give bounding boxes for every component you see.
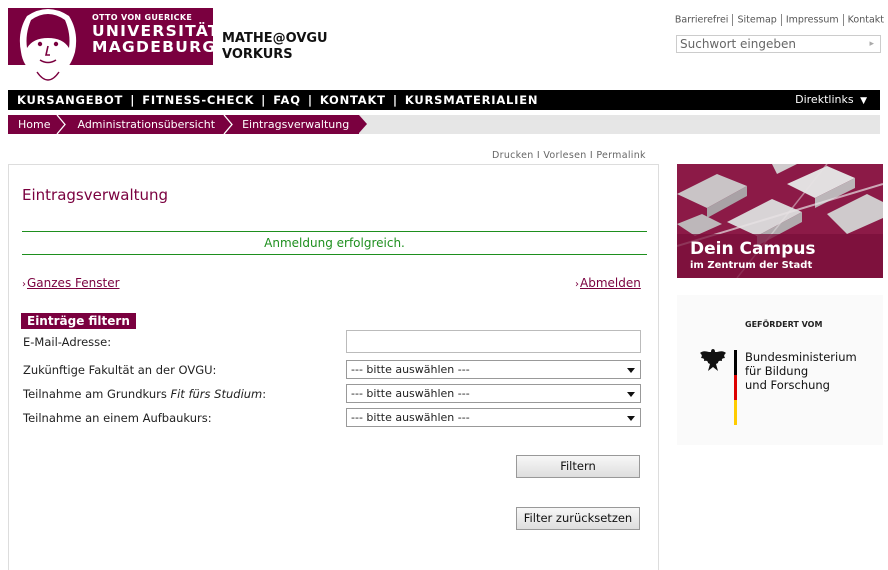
site-name-line-2: VORKURS (222, 47, 293, 62)
page-tools: Drucken I Vorlesen I Permalink (492, 150, 646, 161)
basic-course-label: Teilnahme am Grundkurs Fit fürs Studium: (23, 387, 266, 401)
chevron-right-icon: › (22, 279, 26, 290)
chevron-down-icon: ▼ (860, 96, 867, 106)
basic-course-select-value: --- bitte auswählen --- (351, 387, 470, 400)
search-input[interactable] (680, 37, 860, 51)
tool-separator: I (536, 150, 541, 161)
chevron-down-icon (627, 368, 635, 373)
email-field[interactable] (346, 330, 641, 353)
link-accessibility[interactable]: Barrierefrei (675, 15, 729, 26)
faculty-label: Zukünftige Fakultät an der OVGU: (23, 363, 217, 377)
chevron-right-icon: › (575, 279, 579, 290)
ministry-line-1: Bundesministerium (745, 350, 857, 364)
logout-link[interactable]: Abmelden (580, 276, 641, 290)
utility-separator (780, 14, 782, 26)
full-window-link[interactable]: Ganzes Fenster (27, 276, 120, 290)
site-name[interactable]: MATHE@OVGU VORKURS (222, 31, 328, 63)
guericke-portrait-icon (19, 9, 77, 84)
content-panel: Eintragsverwaltung Anmeldung erfolgreich… (8, 164, 659, 570)
utility-separator (842, 14, 844, 26)
breadcrumb-admin-overview[interactable]: Administrationsübersicht (60, 115, 233, 134)
ministry-line-2: für Bildung (745, 364, 809, 378)
chevron-down-icon (627, 416, 635, 421)
full-window-link-row: ›Ganzes Fenster (22, 276, 120, 290)
link-imprint[interactable]: Impressum (786, 15, 839, 26)
basic-course-label-suffix: : (262, 387, 267, 401)
basic-course-label-prefix: Teilnahme am Grundkurs (23, 387, 171, 401)
breadcrumb: Home Administrationsübersicht Eintragsve… (8, 115, 880, 134)
campus-title: Dein Campus (690, 239, 816, 259)
utility-separator (732, 14, 734, 26)
campus-banner[interactable]: Dein Campus im Zentrum der Stadt (677, 164, 883, 278)
site-name-line-1: MATHE@OVGU (222, 31, 328, 46)
page-title: Eintragsverwaltung (22, 186, 169, 204)
faculty-select[interactable]: --- bitte auswählen --- (346, 360, 641, 379)
filter-button[interactable]: Filtern (516, 455, 640, 478)
email-label: E-Mail-Adresse: (23, 335, 112, 349)
campus-subtitle: im Zentrum der Stadt (690, 260, 813, 271)
nav-item-kursangebot[interactable]: KURSANGEBOT (17, 93, 123, 107)
link-contact[interactable]: Kontakt (848, 15, 884, 26)
federal-eagle-icon (700, 349, 726, 371)
faculty-select-value: --- bitte auswählen --- (351, 363, 470, 376)
breadcrumb-home[interactable]: Home (8, 115, 70, 134)
ministry-line-3: und Forschung (745, 378, 830, 392)
permalink-link[interactable]: Permalink (596, 150, 646, 161)
nav-separator: | (130, 93, 136, 107)
german-flag-icon (734, 350, 737, 425)
utility-links: Barrierefrei Sitemap Impressum Kontakt (675, 14, 884, 26)
logo-line-1: OTTO VON GUERICKE (92, 13, 193, 22)
nav-separator: | (392, 93, 398, 107)
ministry-name: Bundesministerium für Bildung und Forsch… (745, 350, 857, 392)
advanced-course-select[interactable]: --- bitte auswählen --- (346, 408, 641, 427)
search-submit-icon[interactable]: ▸ (869, 39, 874, 49)
nav-separator: | (307, 93, 313, 107)
campus-text: Dein Campus im Zentrum der Stadt (690, 240, 816, 271)
logo-line-3: MAGDEBURG (92, 37, 217, 56)
advanced-course-label: Teilnahme an einem Aufbaukurs: (23, 411, 212, 425)
nav-item-kursmaterialien[interactable]: KURSMATERIALIEN (405, 93, 538, 107)
read-aloud-link[interactable]: Vorlesen (543, 150, 586, 161)
success-message: Anmeldung erfolgreich. (22, 231, 647, 255)
breadcrumb-entry-management[interactable]: Eintragsverwaltung (225, 115, 368, 134)
print-link[interactable]: Drucken (492, 150, 534, 161)
nav-item-faq[interactable]: FAQ (273, 93, 301, 107)
reset-filter-button[interactable]: Filter zurücksetzen (516, 507, 640, 530)
search-box: ▸ (676, 35, 881, 53)
logo-wordmark: OTTO VON GUERICKE UNIVERSITÄT MAGDEBURG (92, 14, 220, 55)
nav-separator: | (261, 93, 267, 107)
direct-links-menu[interactable]: Direktlinks ▼ (795, 93, 867, 106)
main-navigation: KURSANGEBOT | FITNESS-CHECK | FAQ | KONT… (8, 90, 880, 110)
funded-by-label: GEFÖRDERT VOM (745, 320, 823, 329)
filter-heading: Einträge filtern (21, 313, 136, 329)
basic-course-label-italic: Fit fürs Studium (170, 387, 263, 401)
link-sitemap[interactable]: Sitemap (737, 15, 776, 26)
chevron-down-icon (627, 392, 635, 397)
basic-course-select[interactable]: --- bitte auswählen --- (346, 384, 641, 403)
university-logo[interactable]: OTTO VON GUERICKE UNIVERSITÄT MAGDEBURG (8, 8, 219, 84)
logout-link-row: ›Abmelden (575, 276, 641, 290)
nav-item-fitness-check[interactable]: FITNESS-CHECK (142, 93, 254, 107)
direct-links-label: Direktlinks (795, 93, 854, 106)
tool-separator: I (589, 150, 593, 161)
nav-item-kontakt[interactable]: KONTAKT (320, 93, 386, 107)
advanced-course-select-value: --- bitte auswählen --- (351, 411, 470, 424)
funding-notice[interactable]: GEFÖRDERT VOM Bundesministerium für Bild… (677, 295, 883, 445)
